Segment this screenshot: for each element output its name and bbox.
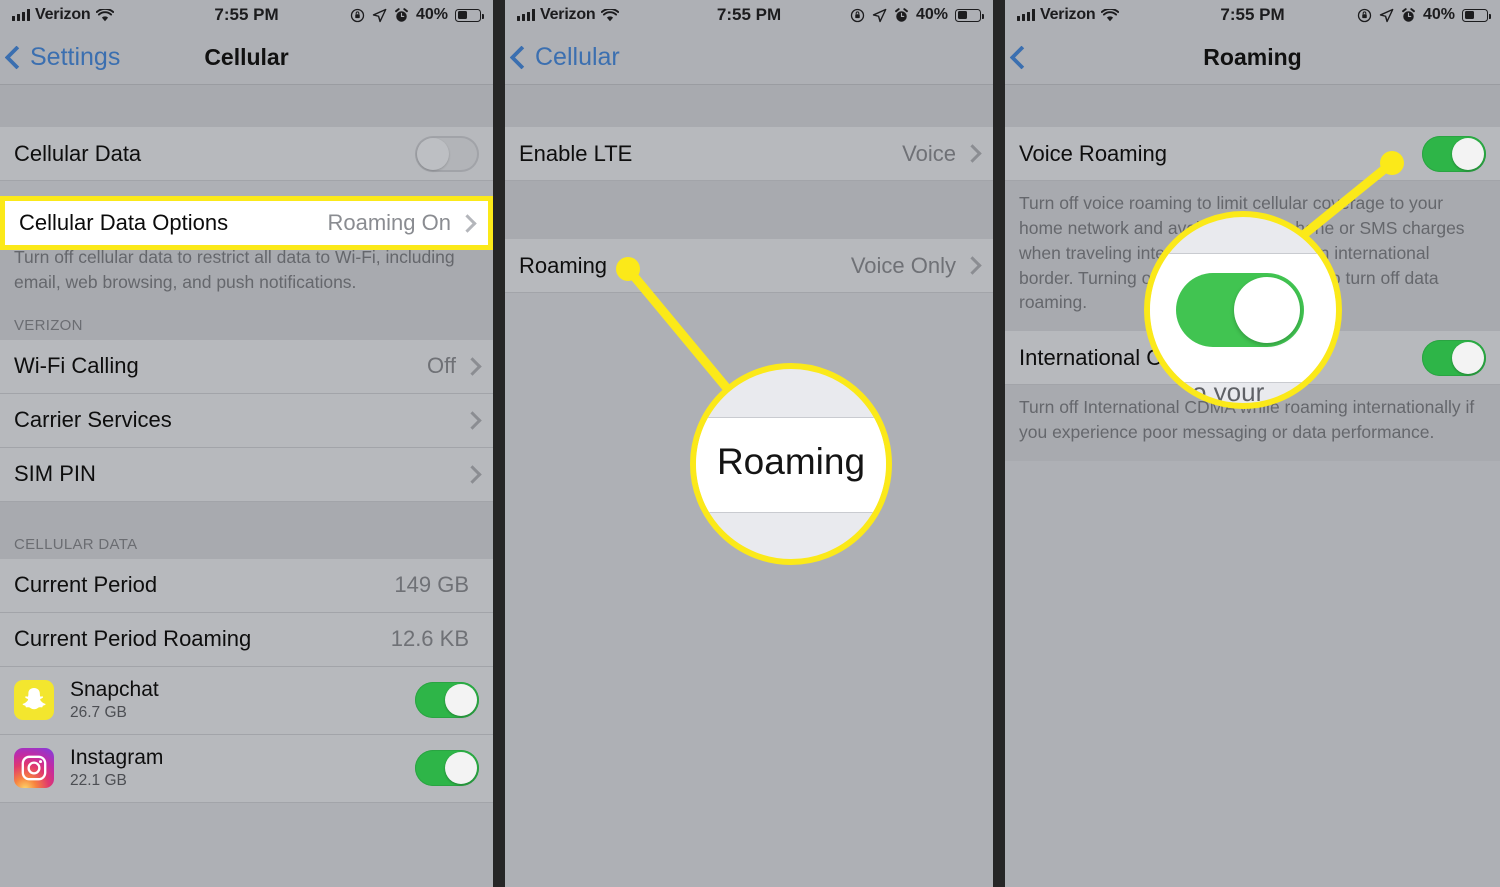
rotation-lock-icon [350, 8, 365, 22]
location-arrow-icon [872, 8, 887, 22]
instagram-toggle[interactable] [415, 750, 479, 787]
status-bar-right: 40% [350, 6, 484, 24]
alarm-clock-icon [1402, 7, 1415, 22]
magnifier-voice-roaming-toggle: o your [1144, 211, 1342, 409]
three-panel-screenshot: Verizon 7:55 PM 40% Settings Cellular Ce… [0, 0, 1500, 887]
row-label: Carrier Services [14, 407, 172, 433]
app-row-snapchat[interactable]: Snapchat 26.7 GB [0, 666, 493, 735]
row-value: Voice [902, 140, 956, 166]
row-value: Off [427, 353, 456, 379]
alarm-clock-icon [395, 7, 408, 22]
callout-dot [1380, 151, 1404, 175]
row-enable-lte[interactable]: Enable LTE Voice [505, 127, 993, 181]
section-header-verizon: VERIZON [0, 310, 493, 340]
phone-panel-roaming: Verizon 7:55 PM 40% Roaming Voice Roamin… [1005, 0, 1500, 887]
row-label: Current Period [14, 572, 158, 598]
snapchat-toggle[interactable] [415, 682, 479, 719]
snapchat-icon [14, 680, 54, 721]
location-arrow-icon [372, 8, 387, 22]
back-button-label: Cellular [535, 42, 620, 71]
row-current-period-roaming: Current Period Roaming 12.6 KB [0, 612, 493, 667]
status-bar: Verizon 7:55 PM 40% [0, 0, 493, 30]
app-row-instagram[interactable]: Instagram 22.1 GB [0, 734, 493, 803]
app-name: Snapchat [70, 677, 159, 701]
row-value: Voice Only [850, 252, 956, 278]
instagram-icon [14, 748, 54, 789]
app-info: Snapchat 26.7 GB [70, 677, 415, 722]
magnifier-text: Roaming [716, 441, 866, 482]
row-label: Voice Roaming [1019, 140, 1167, 166]
row-value: 149 GB [394, 572, 469, 598]
app-size: 26.7 GB [70, 703, 127, 721]
chevron-right-icon [463, 356, 482, 376]
app-info: Instagram 22.1 GB [70, 745, 415, 790]
row-current-period: Current Period 149 GB [0, 558, 493, 613]
chevron-left-icon [509, 44, 534, 70]
rotation-lock-icon [850, 8, 865, 22]
row-carrier-services[interactable]: Carrier Services [0, 393, 493, 448]
location-arrow-icon [1379, 8, 1394, 22]
panel-divider [993, 0, 1005, 887]
panel-divider [493, 0, 505, 887]
highlighted-row-cellular-data-options[interactable]: Cellular Data Options Roaming On [0, 196, 493, 250]
row-label: Cellular Data [14, 140, 142, 166]
battery-percent: 40% [915, 6, 948, 23]
chevron-right-icon [463, 464, 482, 484]
row-label: Wi-Fi Calling [14, 353, 139, 379]
row-value: Roaming On [327, 210, 451, 235]
status-bar-right: 40% [850, 6, 984, 24]
battery-percent: 40% [415, 6, 448, 23]
status-bar-right: 40% [1357, 6, 1491, 24]
row-sim-pin[interactable]: SIM PIN [0, 447, 493, 502]
chevron-right-icon [963, 256, 982, 275]
row-label: SIM PIN [14, 461, 96, 487]
row-roaming[interactable]: Roaming Voice Only [505, 239, 993, 293]
row-label: Current Period Roaming [14, 626, 252, 652]
row-label: Enable LTE [519, 140, 633, 166]
section-gap [505, 85, 993, 127]
chevron-right-icon [963, 144, 982, 163]
row-wifi-calling[interactable]: Wi-Fi Calling Off [0, 339, 493, 394]
section-gap [0, 85, 493, 127]
callout-dot [616, 257, 640, 281]
back-button-cellular[interactable]: Cellular [505, 43, 620, 72]
page-title: Cellular [204, 43, 289, 70]
phone-panel-cellular-data-options: Verizon 7:55 PM 40% Cellular Enable LTE … [505, 0, 993, 887]
status-bar: Verizon 7:55 PM 40% [1005, 0, 1500, 30]
cellular-data-toggle[interactable] [415, 135, 479, 172]
row-label: Roaming [519, 252, 608, 278]
battery-percent: 40% [1422, 6, 1455, 23]
row-value: 12.6 KB [390, 626, 469, 652]
row-voice-roaming[interactable]: Voice Roaming [1005, 127, 1500, 181]
rotation-lock-icon [1357, 8, 1372, 22]
page-title: Roaming [1203, 43, 1302, 70]
battery-icon [955, 8, 984, 22]
battery-icon [455, 8, 484, 22]
section-header-cellular-data: CELLULAR DATA [0, 501, 493, 559]
section-gap [505, 181, 993, 239]
nav-bar: Roaming [1005, 30, 1500, 85]
chevron-right-icon [463, 410, 482, 430]
app-size: 22.1 GB [70, 771, 127, 789]
magnified-toggle [1176, 273, 1304, 347]
battery-icon [1462, 8, 1491, 22]
row-cellular-data[interactable]: Cellular Data [0, 127, 493, 181]
phone-panel-cellular: Verizon 7:55 PM 40% Settings Cellular Ce… [0, 0, 493, 887]
app-name: Instagram [70, 745, 164, 769]
nav-bar: Settings Cellular [0, 30, 493, 85]
international-cdma-toggle[interactable] [1422, 339, 1486, 376]
magnifier-roaming: Roaming [690, 363, 892, 565]
section-gap [1005, 85, 1500, 127]
chevron-right-icon [458, 213, 477, 233]
nav-bar: Cellular [505, 30, 993, 85]
status-bar: Verizon 7:55 PM 40% [505, 0, 993, 30]
row-label: Cellular Data Options [19, 210, 229, 235]
alarm-clock-icon [895, 7, 908, 22]
voice-roaming-toggle[interactable] [1422, 135, 1486, 172]
